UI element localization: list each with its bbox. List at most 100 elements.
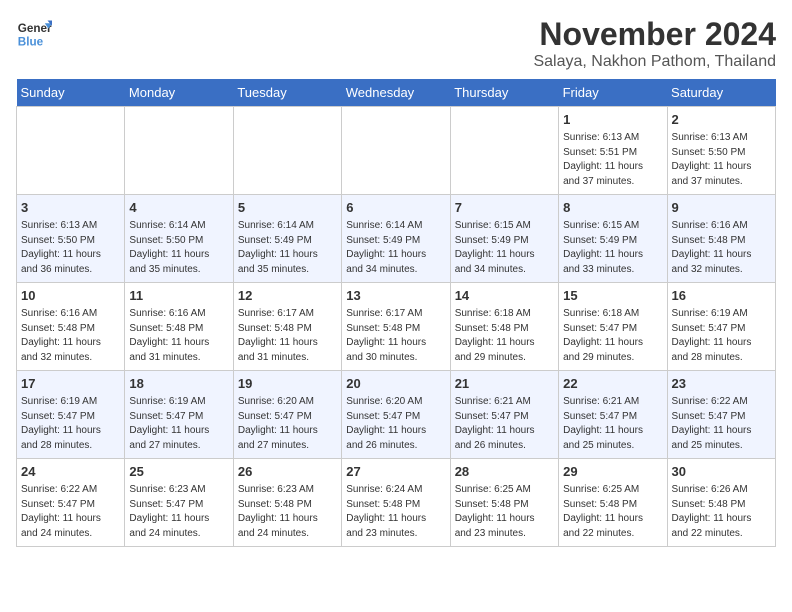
day-info: Sunrise: 6:14 AMSunset: 5:49 PMDaylight:… [346, 219, 445, 277]
day-info: Sunrise: 6:26 AMSunset: 5:48 PMDaylight:… [672, 483, 771, 541]
calendar-cell: 22 Sunrise: 6:21 AMSunset: 5:47 PMDayligh… [559, 371, 667, 459]
day-number: 27 [346, 463, 445, 481]
day-number: 20 [346, 375, 445, 393]
calendar-cell [342, 107, 450, 195]
day-number: 30 [672, 463, 771, 481]
calendar-cell: 25Sunrise: 6:23 AMSunset: 5:47 PMDayligh… [125, 459, 233, 547]
day-number: 17 [21, 375, 120, 393]
day-info: Sunrise: 6:20 AMSunset: 5:47 PMDaylight:… [346, 395, 445, 453]
calendar-cell: 6Sunrise: 6:14 AMSunset: 5:49 PMDaylight… [342, 195, 450, 283]
day-info: Sunrise: 6:13 AMSunset: 5:51 PMDaylight:… [563, 131, 662, 189]
day-info: Sunrise: 6:25 AMSunset: 5:48 PMDaylight:… [563, 483, 662, 541]
calendar-cell: 20 Sunrise: 6:20 AMSunset: 5:47 PMDayligh… [342, 371, 450, 459]
month-title: November 2024 [533, 16, 776, 53]
calendar-header: SundayMondayTuesdayWednesdayThursdayFrid… [17, 79, 776, 107]
day-number: 11 [129, 287, 228, 305]
calendar-cell: 15 Sunrise: 6:18 AMSunset: 5:47 PMDayligh… [559, 283, 667, 371]
calendar-cell: 29Sunrise: 6:25 AMSunset: 5:48 PMDayligh… [559, 459, 667, 547]
calendar-week: 10 Sunrise: 6:16 AMSunset: 5:48 PMDayligh… [17, 283, 776, 371]
weekday-header: Saturday [667, 79, 775, 107]
calendar-cell: 17 Sunrise: 6:19 AMSunset: 5:47 PMDayligh… [17, 371, 125, 459]
calendar-week: 3Sunrise: 6:13 AMSunset: 5:50 PMDaylight… [17, 195, 776, 283]
day-number: 12 [238, 287, 337, 305]
day-number: 10 [21, 287, 120, 305]
day-number: 5 [238, 199, 337, 217]
day-number: 3 [21, 199, 120, 217]
day-info: Sunrise: 6:19 AMSunset: 5:47 PMDaylight:… [129, 395, 228, 453]
day-number: 2 [672, 111, 771, 129]
calendar-cell: 1 Sunrise: 6:13 AMSunset: 5:51 PMDaylight… [559, 107, 667, 195]
day-number: 7 [455, 199, 554, 217]
day-number: 23 [672, 375, 771, 393]
calendar-cell: 28 Sunrise: 6:25 AMSunset: 5:48 PMDayligh… [450, 459, 558, 547]
day-number: 24 [21, 463, 120, 481]
calendar-cell: 26Sunrise: 6:23 AMSunset: 5:48 PMDayligh… [233, 459, 341, 547]
day-info: Sunrise: 6:21 AMSunset: 5:47 PMDaylight:… [563, 395, 662, 453]
day-number: 28 [455, 463, 554, 481]
location-title: Salaya, Nakhon Pathom, Thailand [533, 53, 776, 71]
day-info: Sunrise: 6:14 AMSunset: 5:49 PMDaylight:… [238, 219, 337, 277]
day-number: 1 [563, 111, 662, 129]
day-info: Sunrise: 6:22 AMSunset: 5:47 PMDaylight:… [672, 395, 771, 453]
day-info: Sunrise: 6:20 AMSunset: 5:47 PMDaylight:… [238, 395, 337, 453]
calendar-cell: 24 Sunrise: 6:22 AMSunset: 5:47 PMDayligh… [17, 459, 125, 547]
calendar-cell: 30 Sunrise: 6:26 AMSunset: 5:48 PMDayligh… [667, 459, 775, 547]
header: General Blue November 2024 Salaya, Nakho… [16, 16, 776, 71]
day-info: Sunrise: 6:17 AMSunset: 5:48 PMDaylight:… [238, 307, 337, 365]
weekday-header: Thursday [450, 79, 558, 107]
day-info: Sunrise: 6:19 AMSunset: 5:47 PMDaylight:… [21, 395, 120, 453]
calendar-cell: 14 Sunrise: 6:18 AMSunset: 5:48 PMDayligh… [450, 283, 558, 371]
calendar-body: 1 Sunrise: 6:13 AMSunset: 5:51 PMDaylight… [17, 107, 776, 547]
calendar-cell [233, 107, 341, 195]
calendar-cell: 18 Sunrise: 6:19 AMSunset: 5:47 PMDayligh… [125, 371, 233, 459]
day-number: 4 [129, 199, 228, 217]
title-area: November 2024 Salaya, Nakhon Pathom, Tha… [533, 16, 776, 71]
day-info: Sunrise: 6:14 AMSunset: 5:50 PMDaylight:… [129, 219, 228, 277]
calendar-cell: 2 Sunrise: 6:13 AMSunset: 5:50 PMDaylight… [667, 107, 775, 195]
calendar-cell: 19 Sunrise: 6:20 AMSunset: 5:47 PMDayligh… [233, 371, 341, 459]
day-number: 9 [672, 199, 771, 217]
day-number: 19 [238, 375, 337, 393]
day-info: Sunrise: 6:15 AMSunset: 5:49 PMDaylight:… [455, 219, 554, 277]
calendar-week: 1 Sunrise: 6:13 AMSunset: 5:51 PMDaylight… [17, 107, 776, 195]
day-info: Sunrise: 6:18 AMSunset: 5:48 PMDaylight:… [455, 307, 554, 365]
day-number: 25 [129, 463, 228, 481]
day-number: 21 [455, 375, 554, 393]
day-info: Sunrise: 6:16 AMSunset: 5:48 PMDaylight:… [129, 307, 228, 365]
day-info: Sunrise: 6:18 AMSunset: 5:47 PMDaylight:… [563, 307, 662, 365]
day-number: 26 [238, 463, 337, 481]
day-info: Sunrise: 6:24 AMSunset: 5:48 PMDaylight:… [346, 483, 445, 541]
day-number: 15 [563, 287, 662, 305]
calendar-cell: 23 Sunrise: 6:22 AMSunset: 5:47 PMDayligh… [667, 371, 775, 459]
calendar-week: 24 Sunrise: 6:22 AMSunset: 5:47 PMDayligh… [17, 459, 776, 547]
day-info: Sunrise: 6:13 AMSunset: 5:50 PMDaylight:… [672, 131, 771, 189]
day-number: 14 [455, 287, 554, 305]
day-info: Sunrise: 6:25 AMSunset: 5:48 PMDaylight:… [455, 483, 554, 541]
calendar-cell: 3Sunrise: 6:13 AMSunset: 5:50 PMDaylight… [17, 195, 125, 283]
calendar-cell: 5 Sunrise: 6:14 AMSunset: 5:49 PMDaylight… [233, 195, 341, 283]
calendar-cell: 7 Sunrise: 6:15 AMSunset: 5:49 PMDaylight… [450, 195, 558, 283]
day-number: 13 [346, 287, 445, 305]
day-info: Sunrise: 6:16 AMSunset: 5:48 PMDaylight:… [21, 307, 120, 365]
calendar-cell [125, 107, 233, 195]
calendar-table: SundayMondayTuesdayWednesdayThursdayFrid… [16, 79, 776, 547]
calendar-cell [450, 107, 558, 195]
calendar-cell [17, 107, 125, 195]
weekday-header: Tuesday [233, 79, 341, 107]
calendar-cell: 27 Sunrise: 6:24 AMSunset: 5:48 PMDayligh… [342, 459, 450, 547]
calendar-cell: 8Sunrise: 6:15 AMSunset: 5:49 PMDaylight… [559, 195, 667, 283]
calendar-cell: 9 Sunrise: 6:16 AMSunset: 5:48 PMDaylight… [667, 195, 775, 283]
logo: General Blue [16, 16, 52, 52]
day-info: Sunrise: 6:21 AMSunset: 5:47 PMDaylight:… [455, 395, 554, 453]
calendar-cell: 21 Sunrise: 6:21 AMSunset: 5:47 PMDayligh… [450, 371, 558, 459]
day-number: 22 [563, 375, 662, 393]
weekday-header: Friday [559, 79, 667, 107]
day-number: 18 [129, 375, 228, 393]
day-number: 8 [563, 199, 662, 217]
svg-text:Blue: Blue [18, 36, 44, 49]
calendar-cell: 10 Sunrise: 6:16 AMSunset: 5:48 PMDayligh… [17, 283, 125, 371]
day-info: Sunrise: 6:16 AMSunset: 5:48 PMDaylight:… [672, 219, 771, 277]
calendar-cell: 12 Sunrise: 6:17 AMSunset: 5:48 PMDayligh… [233, 283, 341, 371]
day-info: Sunrise: 6:22 AMSunset: 5:47 PMDaylight:… [21, 483, 120, 541]
calendar-cell: 11 Sunrise: 6:16 AMSunset: 5:48 PMDayligh… [125, 283, 233, 371]
